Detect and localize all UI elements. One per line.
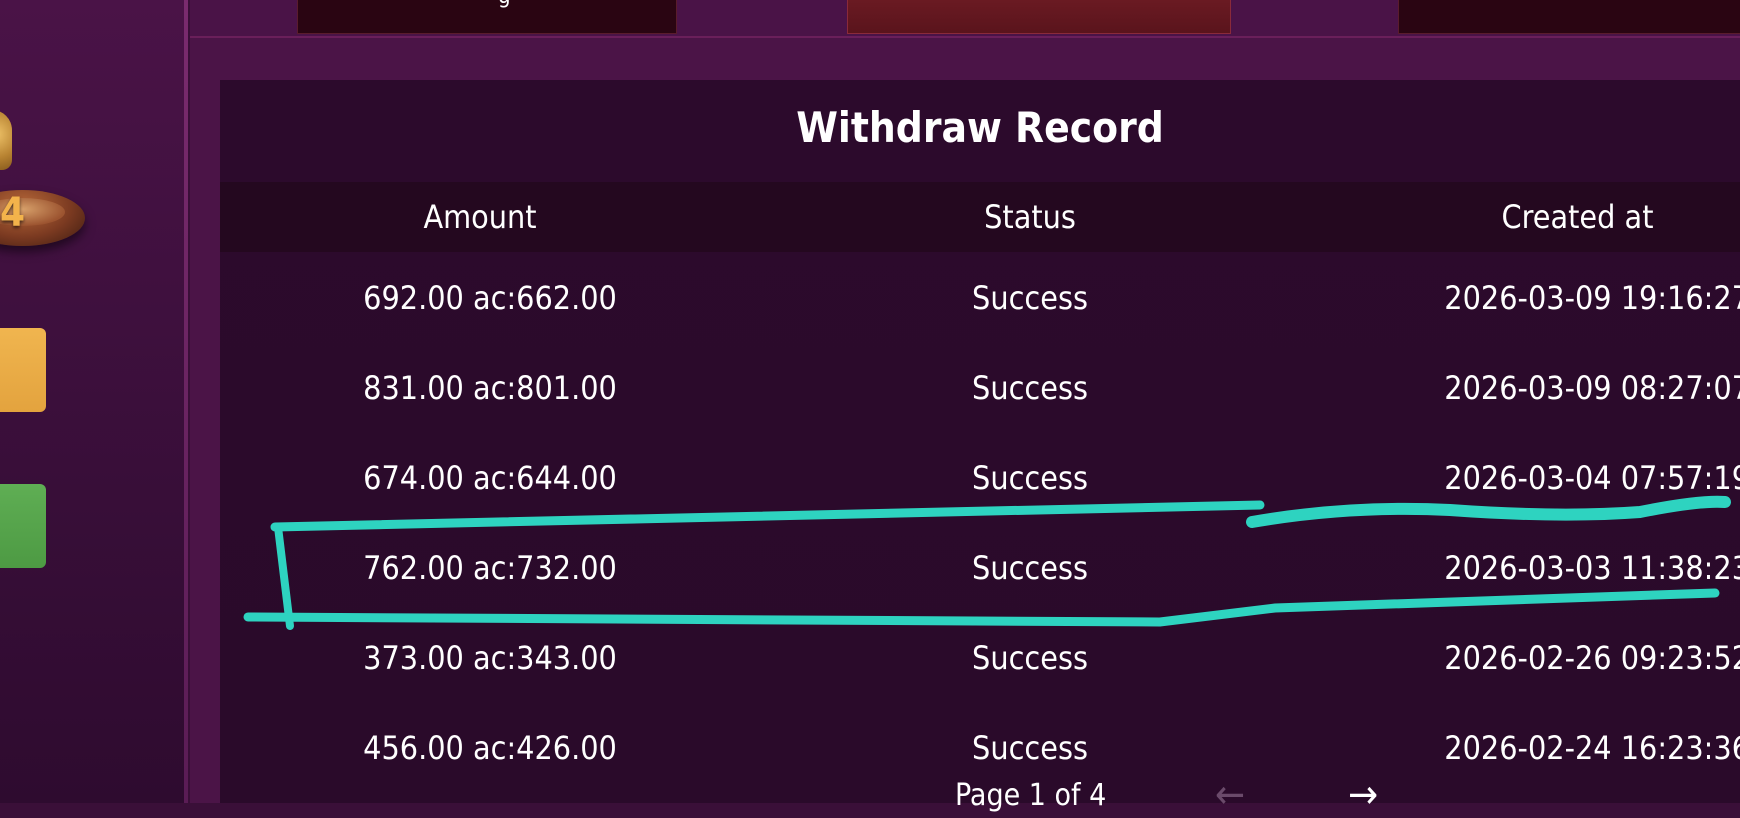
row-status: Success: [972, 279, 1088, 317]
arrow-right-icon[interactable]: →: [1348, 772, 1378, 818]
top-tab-bar: g: [190, 0, 1740, 38]
row-status: Success: [972, 369, 1088, 407]
balance-digit: 4: [0, 190, 26, 236]
row-amount: 674.00 ac:644.00: [363, 459, 617, 497]
panel-title: Withdraw Record: [796, 103, 1164, 152]
yellow-side-button[interactable]: [0, 328, 46, 412]
tab-2-active[interactable]: [847, 0, 1231, 34]
tab-1[interactable]: g: [297, 0, 677, 34]
arrow-left-icon[interactable]: ←: [1215, 772, 1245, 818]
pagination-label: Page 1 of 4: [955, 778, 1107, 813]
row-created-at: 2026-03-03 11:38:23: [1444, 549, 1740, 587]
row-amount: 831.00 ac:801.00: [363, 369, 617, 407]
column-header-status: Status: [984, 198, 1076, 236]
column-header-amount: Amount: [423, 198, 537, 236]
row-amount: 456.00 ac:426.00: [363, 729, 617, 767]
row-status: Success: [972, 729, 1088, 767]
row-status: Success: [972, 459, 1088, 497]
green-side-button[interactable]: [0, 484, 46, 568]
row-amount: 373.00 ac:343.00: [363, 639, 617, 677]
row-created-at: 2026-02-26 09:23:52: [1444, 639, 1740, 677]
row-amount: 762.00 ac:732.00: [363, 549, 617, 587]
row-status: Success: [972, 549, 1088, 587]
row-created-at: 2026-03-09 19:16:27: [1444, 279, 1740, 317]
row-status: Success: [972, 639, 1088, 677]
tab-3[interactable]: [1398, 0, 1740, 34]
rail-divider: [184, 0, 188, 803]
column-header-created-at: Created at: [1501, 198, 1654, 236]
row-created-at: 2026-02-24 16:23:36: [1444, 729, 1740, 767]
tab-1-label: g: [498, 0, 511, 9]
row-created-at: 2026-03-04 07:57:19: [1444, 459, 1740, 497]
row-created-at: 2026-03-09 08:27:07: [1444, 369, 1740, 407]
row-amount: 692.00 ac:662.00: [363, 279, 617, 317]
